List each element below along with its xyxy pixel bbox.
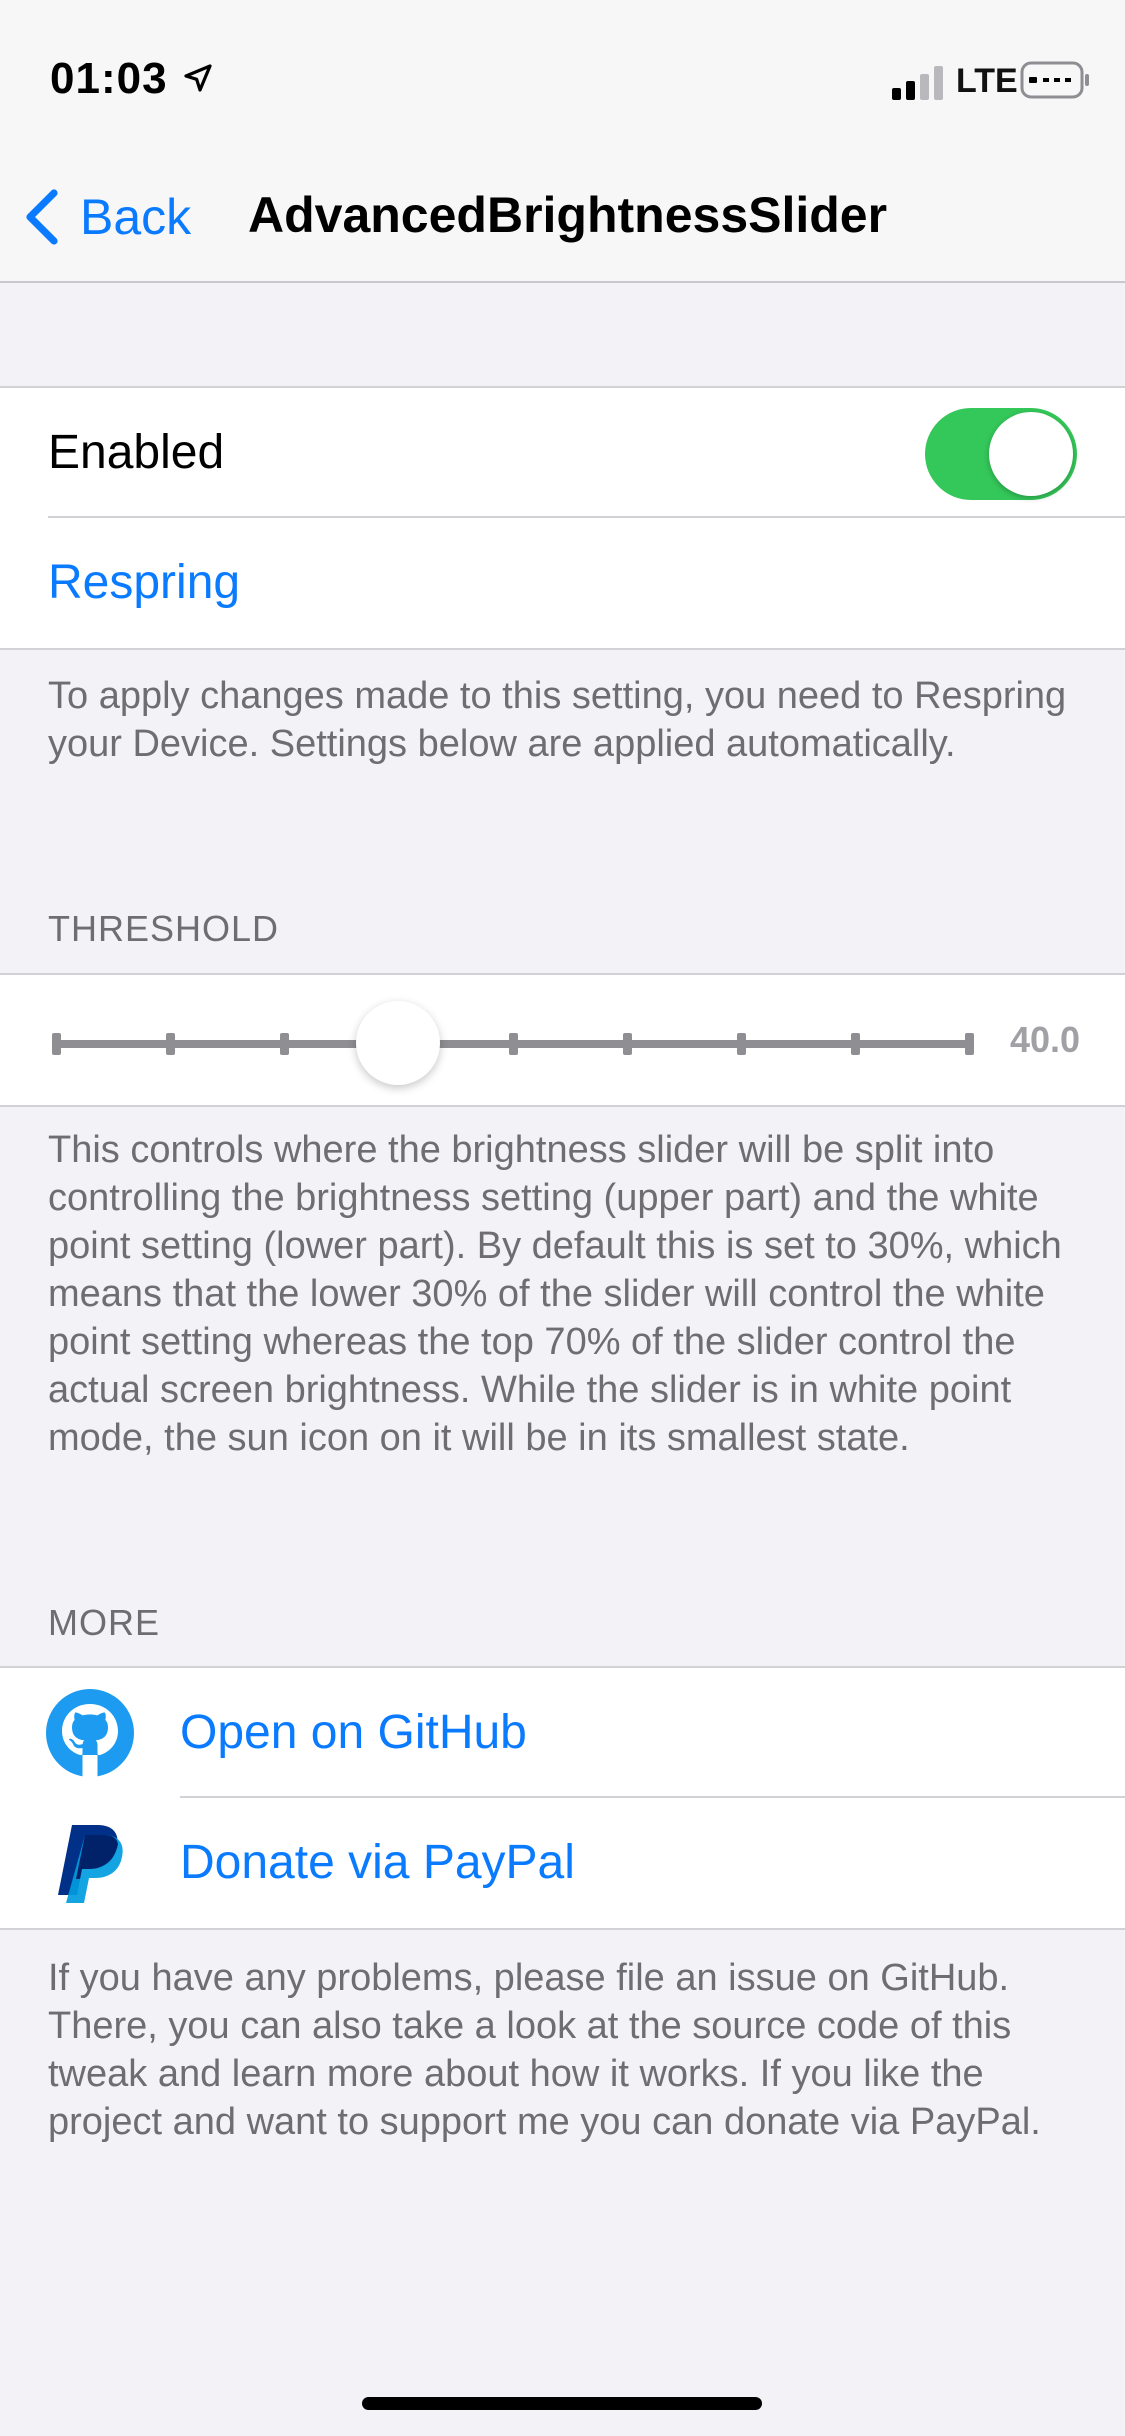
paypal-icon	[58, 1825, 123, 1903]
location-arrow-icon	[184, 64, 212, 92]
threshold-slider-thumb[interactable]	[356, 1001, 441, 1085]
toggle-knob	[989, 412, 1073, 496]
threshold-group: 40.0	[0, 973, 1125, 1107]
signal-bars-icon	[892, 66, 943, 100]
chevron-left-icon	[26, 189, 58, 245]
general-group: Enabled Respring	[0, 386, 1125, 650]
page-title: AdvancedBrightnessSlider	[248, 187, 888, 243]
threshold-footer: This controls where the brightness slide…	[48, 1129, 1062, 1459]
github-cell[interactable]: Open on GitHub	[0, 1668, 1125, 1798]
status-bar: 01:03 LTE	[0, 0, 1125, 150]
status-time: 01:03	[50, 54, 168, 103]
more-group: Open on GitHub Donate via PayPal	[0, 1666, 1125, 1930]
respring-button[interactable]: Respring	[48, 518, 240, 648]
slider-tick	[52, 1033, 61, 1055]
respring-cell[interactable]: Respring	[0, 518, 1125, 648]
slider-tick	[850, 1033, 860, 1055]
enabled-cell: Enabled	[0, 388, 1125, 518]
github-link[interactable]: Open on GitHub	[180, 1668, 527, 1798]
enabled-label: Enabled	[48, 426, 225, 479]
back-label: Back	[80, 189, 192, 245]
back-button[interactable]: Back	[22, 182, 191, 252]
network-type: LTE	[956, 62, 1018, 100]
threshold-value: 40.0	[1010, 1019, 1080, 1060]
slider-tick	[736, 1033, 746, 1055]
paypal-link[interactable]: Donate via PayPal	[180, 1798, 575, 1928]
slider-tick	[622, 1033, 632, 1055]
home-indicator[interactable]	[362, 2397, 762, 2410]
general-footer: To apply changes made to this setting, y…	[48, 675, 1067, 765]
slider-tick	[166, 1033, 176, 1055]
navigation-bar: Back AdvancedBrightnessSlider	[0, 150, 1125, 283]
slider-tick	[280, 1033, 290, 1055]
more-header: MORE	[48, 1602, 160, 1643]
threshold-slider-track[interactable]	[52, 1033, 974, 1055]
paypal-cell[interactable]: Donate via PayPal	[0, 1798, 1125, 1928]
threshold-header: THRESHOLD	[48, 908, 280, 949]
slider-tick	[508, 1033, 518, 1055]
enabled-toggle[interactable]	[925, 408, 1077, 500]
battery-icon	[1020, 61, 1089, 99]
more-footer: If you have any problems, please file an…	[48, 1957, 1041, 2143]
slider-tick	[965, 1033, 974, 1055]
github-icon	[46, 1689, 134, 1777]
